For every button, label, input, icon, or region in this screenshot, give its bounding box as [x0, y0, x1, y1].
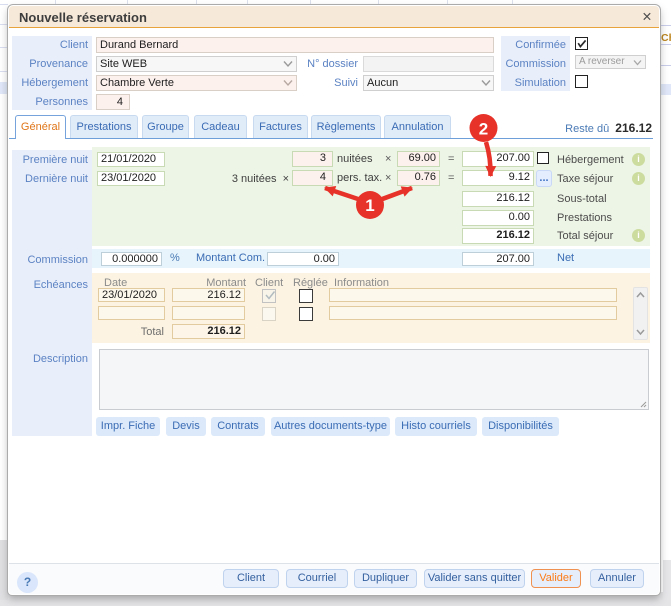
svg-text:1: 1: [365, 196, 374, 215]
svg-text:2: 2: [479, 120, 488, 139]
